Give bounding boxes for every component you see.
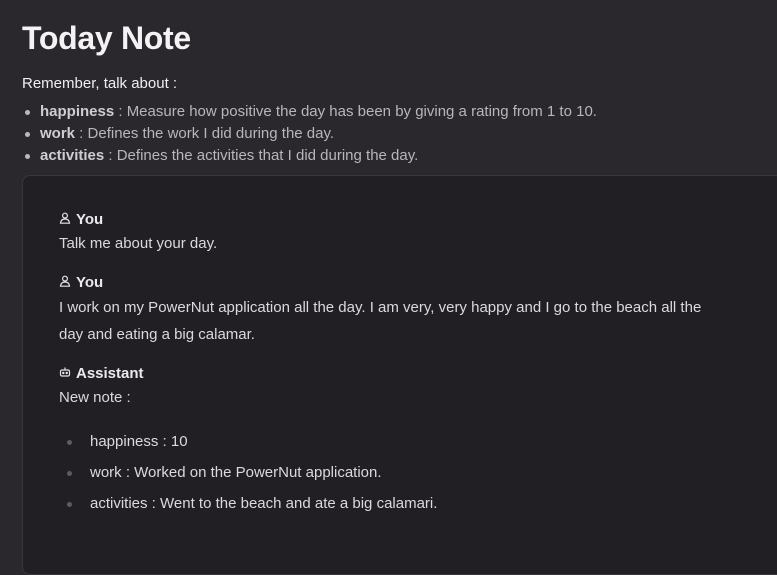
rule-item-work: work : Defines the work I did during the…: [25, 123, 597, 145]
rule-description: : Defines the work I did during the day.: [75, 125, 335, 142]
remember-label: Remember, talk about :: [22, 75, 178, 92]
message-header-user: You: [59, 210, 103, 230]
note-item: work : Worked on the PowerNut applicatio…: [59, 457, 437, 488]
message-role: You: [76, 211, 104, 228]
user-icon: [59, 273, 71, 293]
message-role: You: [76, 274, 104, 291]
message-header-assistant: Assistant: [59, 364, 144, 384]
rule-term: work: [40, 125, 76, 142]
chat-panel: You Talk me about your day. You I work o…: [22, 175, 777, 575]
rules-list: happiness : Measure how positive the day…: [22, 101, 597, 167]
rule-description: : Defines the activities that I did duri…: [104, 147, 419, 164]
message-text: I work on my PowerNut application all th…: [59, 299, 702, 343]
note-list: happiness : 10 work : Worked on the Powe…: [59, 426, 437, 519]
rule-term: happiness: [40, 103, 115, 120]
robot-icon: [59, 364, 71, 384]
message-role: Assistant: [76, 365, 144, 382]
page-title: Today Note: [22, 20, 191, 56]
rule-description: : Measure how positive the day has been …: [114, 103, 597, 120]
user-icon: [59, 210, 71, 230]
rule-term: activities: [40, 147, 105, 164]
rule-item-activities: activities : Defines the activities that…: [25, 145, 597, 167]
message-header-user: You: [59, 273, 103, 293]
message-text: New note :: [59, 389, 131, 406]
rule-item-happiness: happiness : Measure how positive the day…: [25, 101, 597, 123]
note-item: activities : Went to the beach and ate a…: [59, 488, 437, 519]
note-item: happiness : 10: [59, 426, 437, 457]
message-text: Talk me about your day.: [59, 235, 218, 252]
